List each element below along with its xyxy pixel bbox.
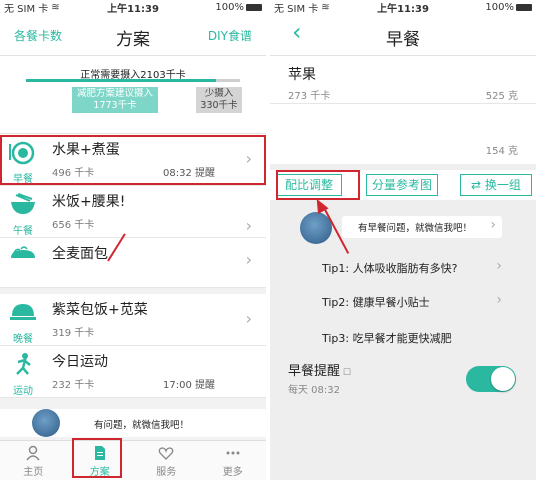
running-icon: 运动 [8, 352, 38, 397]
chevron-right-icon: › [245, 250, 252, 269]
more-dots-icon [226, 451, 240, 455]
status-time: 上午11:39 [377, 3, 429, 15]
heart-plus-icon [158, 447, 174, 460]
reduction-bar [216, 79, 240, 82]
left-phone-screen: 无 SIM 卡 ≋ 上午11:39 100% 各餐卡数 方案 DIY食谱 正常需… [0, 0, 266, 480]
dinner-icon: 晚餐 [8, 300, 38, 345]
highlight-ratio-adjust [276, 170, 360, 200]
chevron-right-icon: › [245, 216, 252, 235]
meal-row-dinner[interactable]: 晚餐 紫菜包饭+苋菜 319 千卡 › [0, 288, 266, 346]
chat-prompt[interactable]: 有早餐问题，就微信我吧！ › [270, 210, 536, 246]
meal-name: 米饭+腰果! [52, 194, 126, 210]
right-phone-screen: 无 SIM 卡 ≋ 上午11:39 100% ‹ 早餐 苹果 273 千卡 52… [270, 0, 536, 480]
tip-row-3[interactable]: Tip3: 吃早餐才能更快减肥 [270, 326, 536, 350]
meal-reminder-time: 17:00 提醒 [163, 380, 215, 391]
nav-bar: ‹ 早餐 [270, 14, 536, 56]
chevron-right-icon: › [490, 217, 496, 233]
food-kcal: 273 千卡 [288, 91, 331, 102]
chevron-right-icon: › [496, 258, 502, 274]
swap-group-button[interactable]: ⇄ 换一组 [460, 174, 532, 196]
status-bar: 无 SIM 卡 ≋ 上午11:39 100% [270, 0, 536, 15]
chevron-right-icon: › [245, 309, 252, 328]
chevron-right-icon: › [496, 292, 502, 308]
swap-icon: ⇄ [471, 178, 485, 192]
person-icon [26, 445, 40, 461]
chat-text: 有问题，就微信我吧！ [94, 420, 190, 431]
food-item-2[interactable]: 154 克 [270, 104, 536, 164]
status-time: 上午11:39 [107, 3, 159, 15]
meal-name: 今日运动 [52, 354, 108, 370]
meal-kcal: 319 千卡 [52, 328, 95, 339]
highlight-breakfast [0, 135, 266, 185]
plan-intake-bar [26, 79, 216, 82]
reminder-label: 早餐提醒 ☐ [288, 364, 351, 379]
meal-kcal: 656 千卡 [52, 220, 95, 231]
reduction-label: 少摄入330千卡 [196, 87, 242, 113]
plan-intake-label: 减肥方案建议摄入1773千卡 [72, 87, 158, 113]
highlight-plan-tab [72, 438, 122, 478]
reminder-detail: 每天 08:32 [288, 385, 340, 396]
meal-row-snack[interactable]: 全麦面包 › [0, 238, 266, 288]
meal-name: 全麦面包 [52, 246, 108, 262]
tab-home[interactable]: 主页 [0, 441, 67, 480]
diy-recipe-link[interactable]: DIY食谱 [208, 27, 252, 44]
food-amount: 525 克 [485, 91, 518, 102]
chat-prompt[interactable]: 有问题，就微信我吧！ [0, 409, 266, 437]
calorie-summary: 正常需要摄入2103千卡 减肥方案建议摄入1773千卡 少摄入330千卡 [0, 56, 266, 134]
food-amount: 154 克 [485, 146, 518, 157]
tab-more[interactable]: 更多 [200, 441, 267, 480]
status-bar: 无 SIM 卡 ≋ 上午11:39 100% [0, 0, 266, 15]
meal-row-exercise[interactable]: 运动 今日运动 232 千卡 17:00 提醒 [0, 346, 266, 398]
breakfast-reminder-row: 早餐提醒 ☐ 每天 08:32 [270, 356, 536, 396]
tab-bar: 主页 方案 服务 更多 [0, 440, 266, 480]
food-name: 苹果 [288, 67, 316, 83]
tip-row-1[interactable]: Tip1: 人体吸收脂肪有多快? › [270, 256, 536, 280]
reminder-toggle[interactable] [466, 366, 516, 392]
meal-row-lunch[interactable]: 午餐 米饭+腰果! 656 千卡 › [0, 186, 266, 238]
lunch-icon: 午餐 [8, 192, 38, 237]
tab-service[interactable]: 服务 [133, 441, 200, 480]
tip-row-2[interactable]: Tip2: 健康早餐小贴士 › [270, 290, 536, 314]
meal-kcal: 232 千卡 [52, 380, 95, 391]
edit-icon: ☐ [340, 368, 351, 378]
page-title: 早餐 [386, 30, 420, 50]
meal-name: 紫菜包饭+苋菜 [52, 302, 148, 318]
nav-bar: 各餐卡数 方案 DIY食谱 [0, 14, 266, 56]
portion-reference-button[interactable]: 分量参考图 [366, 174, 438, 196]
bread-icon [8, 244, 38, 284]
avatar [32, 409, 60, 437]
food-item-apple[interactable]: 苹果 273 千卡 525 克 [270, 56, 536, 104]
chat-text: 有早餐问题，就微信我吧！ [358, 223, 473, 234]
